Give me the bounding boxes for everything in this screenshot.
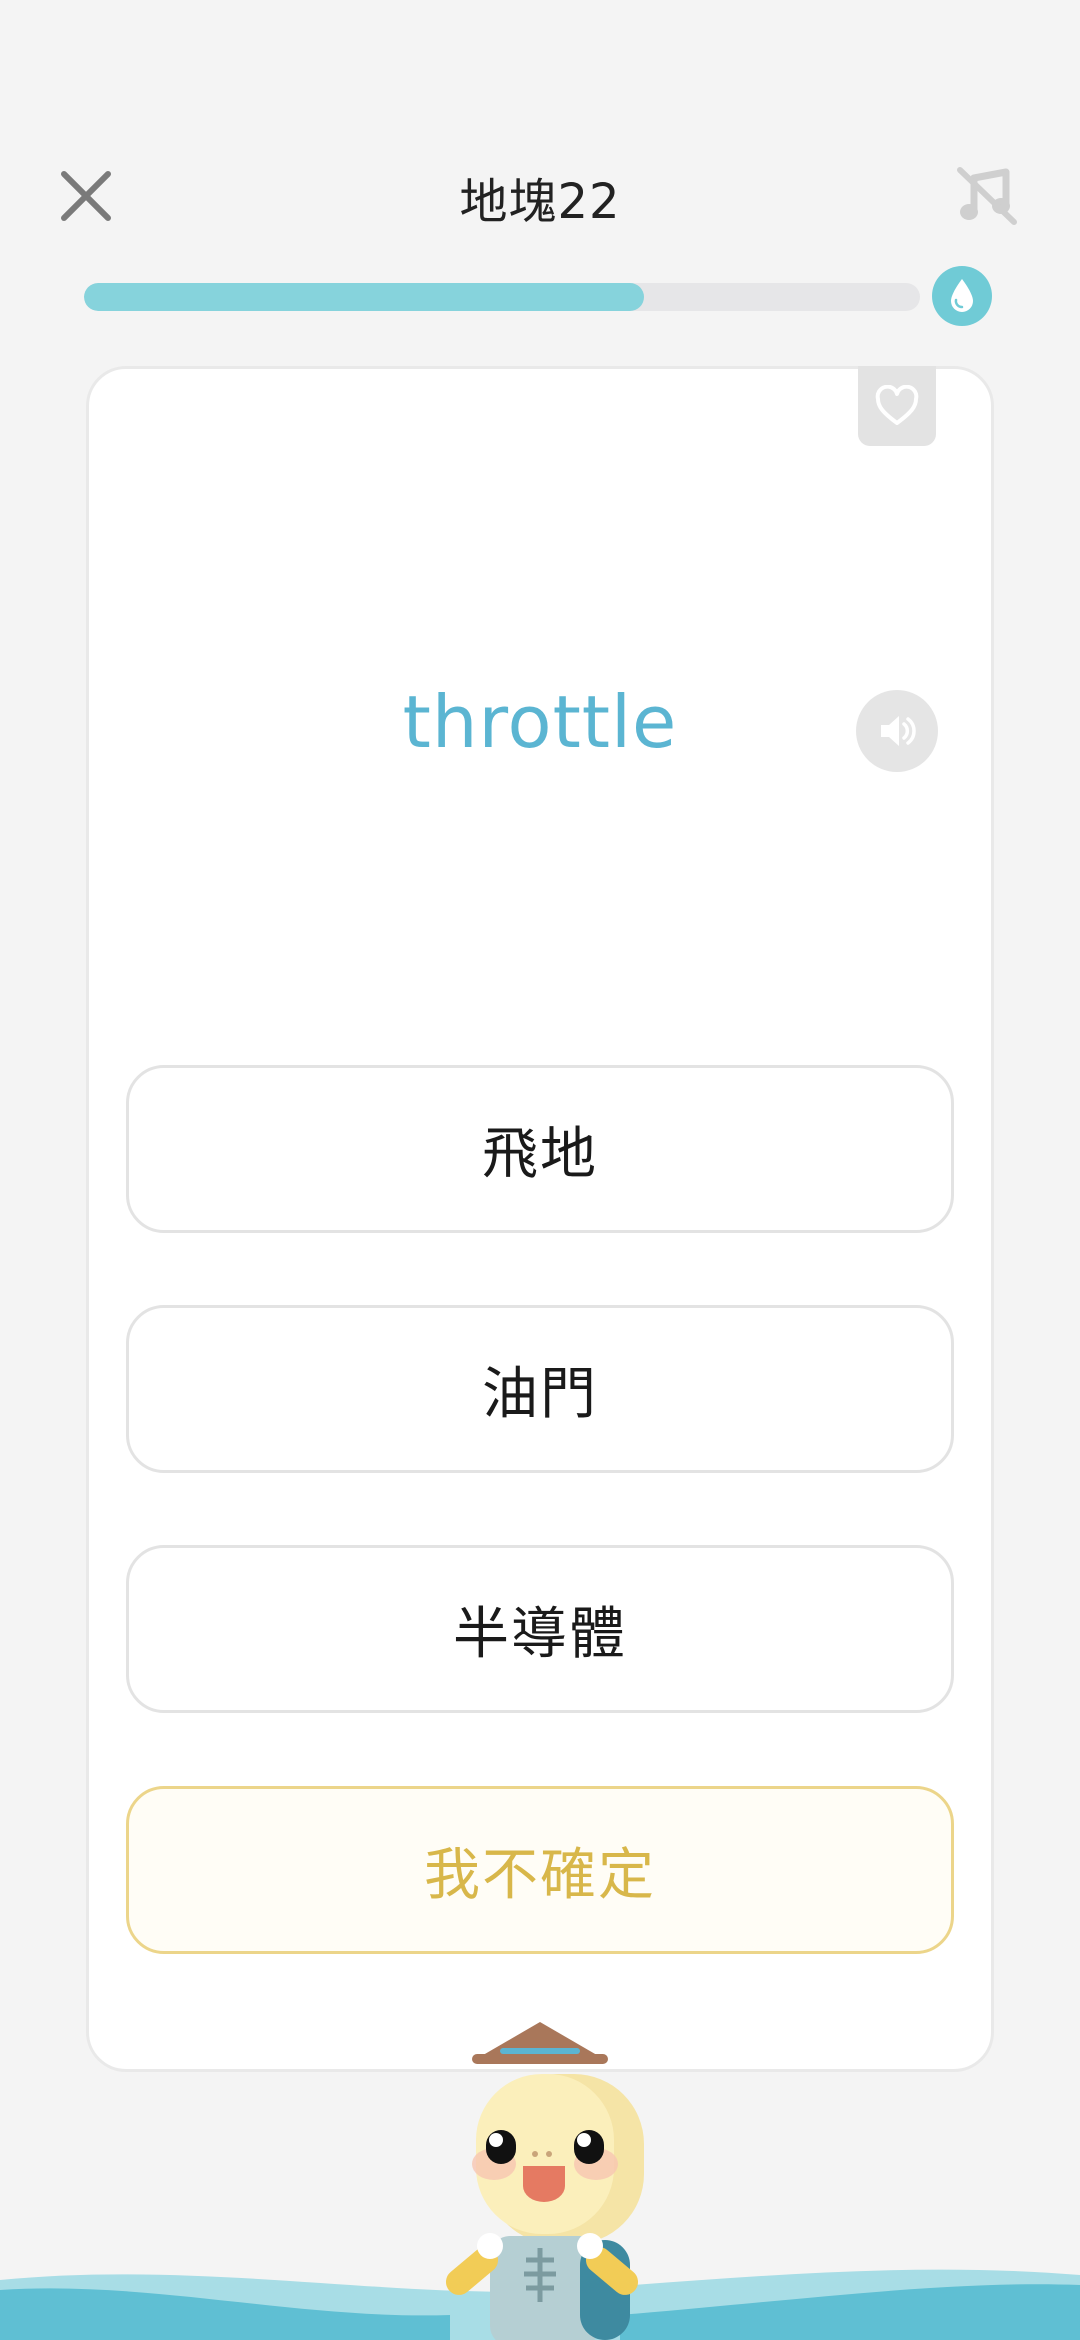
answer-option-2[interactable]: 油門: [126, 1305, 954, 1473]
progress-fill: [84, 283, 645, 311]
play-audio-button[interactable]: [856, 690, 938, 772]
speaker-icon: [881, 716, 916, 746]
answer-option-3[interactable]: 半導體: [126, 1545, 954, 1713]
music-toggle-button[interactable]: [954, 162, 1020, 228]
top-bar: 地塊22: [0, 140, 1080, 250]
progress-bar: [84, 283, 920, 311]
water-drop-icon: [932, 266, 992, 326]
page-title: 地塊22: [459, 174, 621, 230]
favorite-button[interactable]: [858, 366, 936, 446]
answer-option-1[interactable]: 飛地: [126, 1065, 954, 1233]
heart-icon: [875, 385, 919, 425]
unsure-button[interactable]: 我不確定: [126, 1786, 954, 1954]
mascot-character: [445, 2022, 644, 2340]
music-off-icon: [957, 167, 1017, 225]
